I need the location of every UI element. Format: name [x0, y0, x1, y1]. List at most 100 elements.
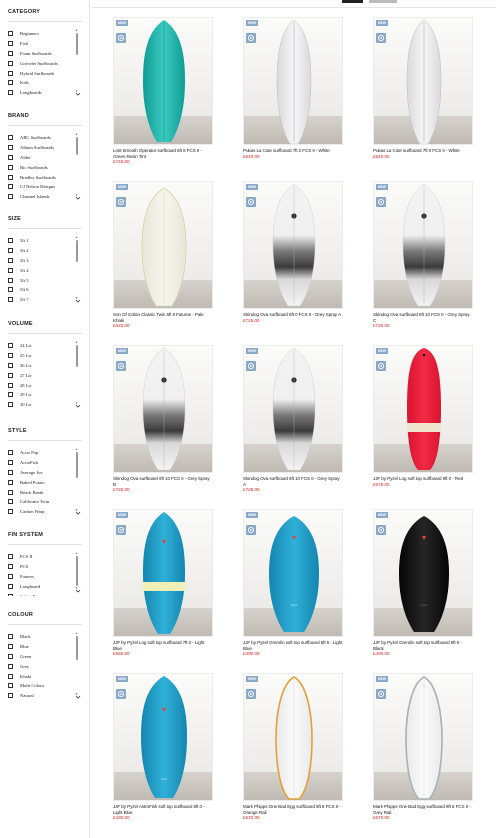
facet-option[interactable]: Channel Islands	[8, 192, 74, 202]
product-image[interactable]: NEW	[113, 345, 213, 473]
quick-view-icon[interactable]	[116, 525, 126, 535]
facet-option[interactable]: 27 Ltr	[8, 370, 74, 380]
checkbox[interactable]	[8, 683, 13, 689]
product-title[interactable]: Mark Phipps One Bad Egg surfboard 6ft 6 …	[373, 804, 473, 815]
product-image[interactable]: NEW	[373, 17, 473, 145]
product-card[interactable]: Pyzel NEW JJF by Pyzel Gremlin soft top su…	[243, 509, 343, 665]
scroll-thumb[interactable]	[75, 137, 78, 155]
checkbox[interactable]	[8, 509, 13, 515]
facet-option[interactable]: Longboards	[8, 88, 74, 98]
quick-view-icon[interactable]	[376, 33, 386, 43]
checkbox[interactable]	[8, 90, 13, 96]
facet-scrollbar[interactable]: ▲ ▼	[75, 632, 78, 696]
facet-option[interactable]: Green	[8, 652, 74, 662]
quick-view-icon[interactable]	[376, 525, 386, 535]
product-card[interactable]: NEW Skindog Ova surfboard 6ft 10 FCS II -…	[243, 345, 343, 501]
product-card[interactable]: NEW Pukas La Cote surfboard 7ft 0 FCS II …	[373, 17, 473, 173]
facet-option[interactable]: Acoo Pop	[8, 448, 74, 458]
facet-option[interactable]: Bic Surfboards	[8, 162, 74, 172]
facet-option[interactable]: Futures	[8, 572, 74, 582]
product-image[interactable]: NEW	[373, 345, 473, 473]
product-title[interactable]: JJF by Pyzel Gremlin soft top surfboard …	[243, 640, 343, 651]
product-card[interactable]: Pyzel NEW JJF by Pyzel AstroFish soft top …	[113, 673, 213, 829]
facet-option[interactable]: 5ft 5	[8, 275, 74, 285]
checkbox[interactable]	[8, 31, 13, 37]
checkbox[interactable]	[8, 362, 13, 368]
product-card[interactable]: NEW Pukas La Cote surfboard 7ft 2 FCS II …	[243, 17, 343, 173]
product-title[interactable]: Skindog Ova surfboard 6ft 10 FCS II - Gr…	[113, 476, 213, 487]
chevron-down-icon[interactable]	[75, 510, 81, 516]
product-title[interactable]: JJF by Pyzel Gremlin soft top surfboard …	[373, 640, 473, 651]
facet-scrollbar[interactable]: ▲ ▼	[75, 341, 78, 405]
facet-option[interactable]: AcooFish	[8, 458, 74, 468]
checkbox[interactable]	[8, 248, 13, 254]
facet-option[interactable]: 25 Ltr	[8, 351, 74, 361]
checkbox[interactable]	[8, 154, 13, 160]
checkbox[interactable]	[8, 145, 13, 151]
facet-scrollbar[interactable]: ▲ ▼	[75, 552, 78, 590]
product-image[interactable]: NEW	[113, 17, 213, 145]
facet-scrollbar[interactable]: ▲ ▼	[75, 448, 78, 512]
facet-option[interactable]: Foam Surfboards	[8, 49, 74, 59]
sort-tab[interactable]	[369, 0, 397, 3]
facet-scrollbar[interactable]: ▲ ▼	[75, 29, 78, 93]
chevron-down-icon[interactable]	[75, 195, 81, 201]
facet-option[interactable]: FCS II	[8, 552, 74, 562]
facet-option[interactable]: Carbon Wrap	[8, 507, 74, 517]
facet-option[interactable]: Bradley Surfboards	[8, 172, 74, 182]
scroll-up-icon[interactable]: ▲	[75, 552, 78, 555]
checkbox[interactable]	[8, 135, 13, 141]
checkbox[interactable]	[8, 194, 13, 200]
facet-option[interactable]: 28 Ltr	[8, 380, 74, 390]
facet-scrollbar[interactable]: ▲ ▼	[75, 236, 78, 300]
checkbox[interactable]	[8, 693, 13, 699]
product-image[interactable]: NEW	[243, 17, 343, 145]
facet-option[interactable]: 31 Ltr	[8, 410, 74, 411]
checkbox[interactable]	[8, 238, 13, 244]
quick-view-icon[interactable]	[246, 689, 256, 699]
facet-option[interactable]: 5ft 8	[8, 305, 74, 306]
checkbox[interactable]	[8, 499, 13, 505]
scroll-thumb[interactable]	[75, 33, 78, 55]
product-image[interactable]: Pyzel NEW	[113, 673, 213, 801]
checkbox[interactable]	[8, 593, 13, 596]
product-card[interactable]: NEW Son Of Cobra Classic Twin 5ft 8 Futur…	[113, 181, 213, 337]
checkbox[interactable]	[8, 287, 13, 293]
facet-option[interactable]: Safety Fins	[8, 591, 74, 596]
scroll-up-icon[interactable]: ▲	[75, 448, 78, 451]
checkbox[interactable]	[8, 564, 13, 570]
product-card[interactable]: NEW Skindog Ova surfboard 6ft 10 FCS II -…	[373, 181, 473, 337]
facet-option[interactable]: Fish	[8, 39, 74, 49]
checkbox[interactable]	[8, 392, 13, 398]
facet-option[interactable]: Natural	[8, 691, 74, 701]
facet-option[interactable]: Grey	[8, 661, 74, 671]
facet-option[interactable]: 26 Ltr	[8, 361, 74, 371]
product-title[interactable]: JJF by Pyzel AstroFish soft top surfboar…	[113, 804, 213, 815]
checkbox[interactable]	[8, 353, 13, 359]
facet-option[interactable]: Classic Twin	[8, 517, 74, 518]
product-card[interactable]: NEW Lost Smooth Operator surfboard 6ft 8 …	[113, 17, 213, 173]
scroll-up-icon[interactable]: ▲	[75, 341, 78, 344]
checkbox[interactable]	[8, 41, 13, 47]
scroll-thumb[interactable]	[75, 452, 78, 478]
checkbox[interactable]	[8, 644, 13, 650]
product-card[interactable]: NEW JJF by Pyzel Log soft top surfboard 7…	[113, 509, 213, 665]
facet-option[interactable]: 5ft 1	[8, 236, 74, 246]
facet-option[interactable]: Beginners	[8, 29, 74, 39]
facet-option[interactable]: ABC Surfboards	[8, 133, 74, 143]
quick-view-icon[interactable]	[246, 525, 256, 535]
product-image[interactable]: NEW	[243, 673, 343, 801]
facet-option[interactable]: 24 Ltr	[8, 341, 74, 351]
checkbox[interactable]	[8, 382, 13, 388]
quick-view-icon[interactable]	[246, 33, 256, 43]
product-title[interactable]: Skindog Ova surfboard 6ft 10 FCS II - Gr…	[243, 476, 343, 487]
checkbox[interactable]	[8, 673, 13, 679]
checkbox[interactable]	[8, 50, 13, 56]
checkbox[interactable]	[8, 554, 13, 560]
product-card[interactable]: NEW Mark Phipps One Bad Egg surfboard 6ft…	[373, 673, 473, 829]
product-image[interactable]: NEW	[113, 509, 213, 637]
product-card[interactable]: NEW JJF by Pyzel Log soft top surfboard 9…	[373, 345, 473, 501]
facet-option[interactable]: Kids	[8, 78, 74, 88]
product-image[interactable]: Pyzel NEW	[243, 509, 343, 637]
facet-option[interactable]: 5ft 3	[8, 256, 74, 266]
